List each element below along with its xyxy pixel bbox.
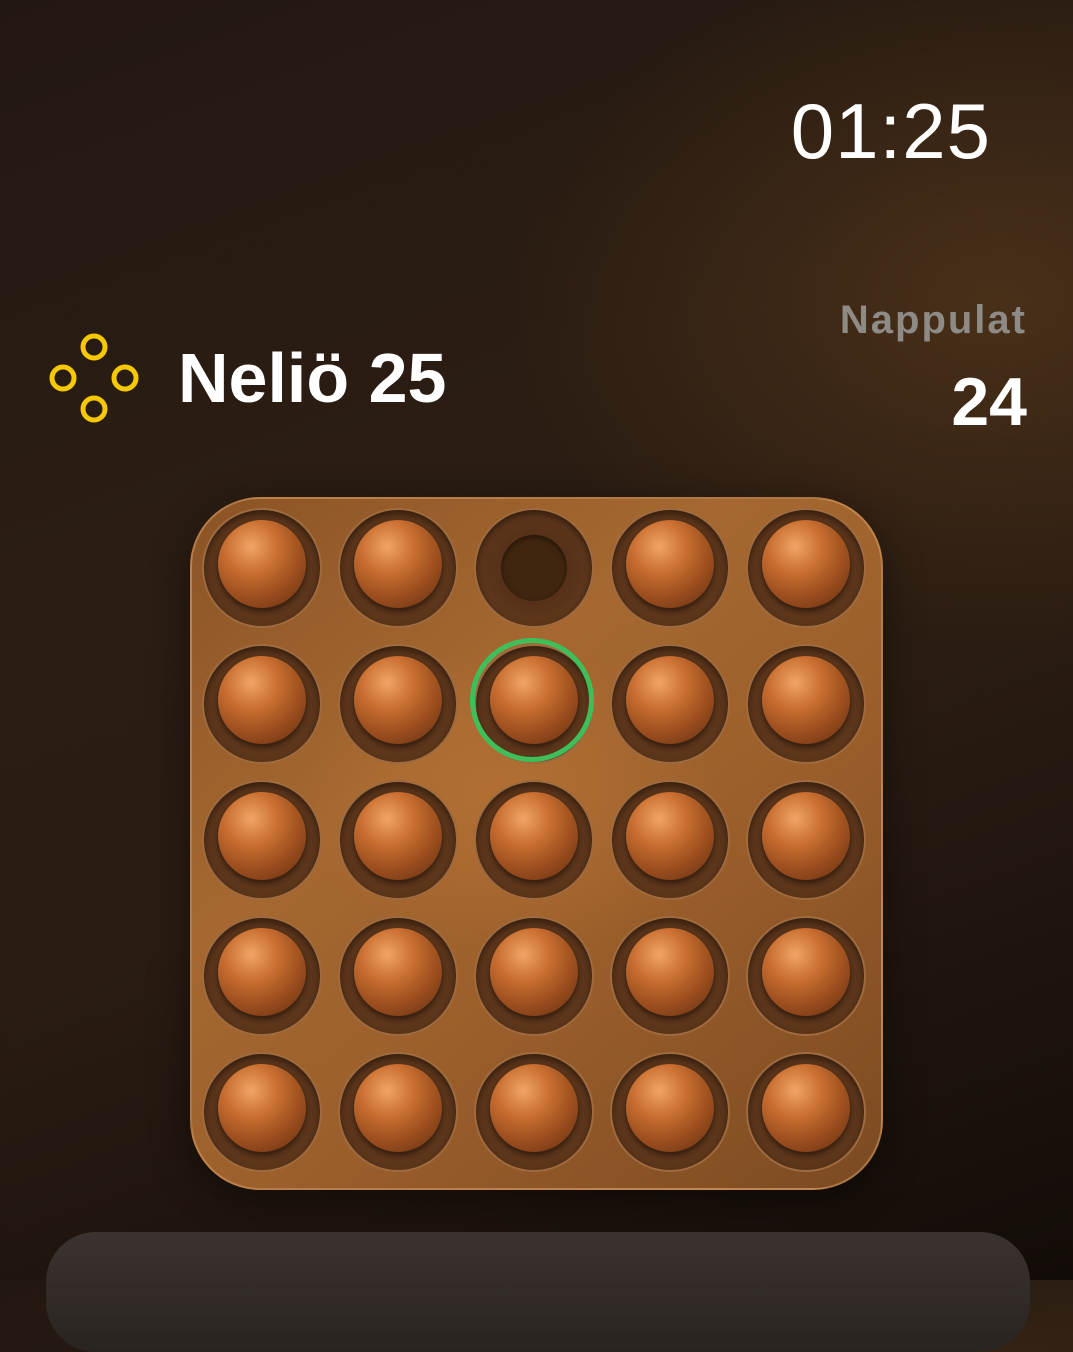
board-hole[interactable] [474, 916, 594, 1036]
board-hole[interactable] [610, 644, 730, 764]
board-grid [202, 508, 866, 1172]
peg[interactable] [490, 656, 578, 744]
peg[interactable] [218, 928, 306, 1016]
peg[interactable] [626, 1064, 714, 1152]
peg[interactable] [490, 792, 578, 880]
peg[interactable] [762, 792, 850, 880]
peg[interactable] [354, 656, 442, 744]
board-hole[interactable] [746, 1052, 866, 1172]
game-header: Neliö 25 [46, 330, 446, 426]
board-hole[interactable] [202, 644, 322, 764]
board-hole[interactable] [338, 508, 458, 628]
peg[interactable] [354, 1064, 442, 1152]
board-hole[interactable] [610, 916, 730, 1036]
peg[interactable] [762, 928, 850, 1016]
peg[interactable] [762, 1064, 850, 1152]
peg[interactable] [626, 520, 714, 608]
board-hole[interactable] [746, 508, 866, 628]
board-hole[interactable] [610, 508, 730, 628]
peg[interactable] [626, 656, 714, 744]
board-hole[interactable] [746, 644, 866, 764]
pegs-label: Nappulat [839, 298, 1027, 342]
peg[interactable] [218, 520, 306, 608]
peg[interactable] [354, 792, 442, 880]
board-hole[interactable] [746, 780, 866, 900]
peg[interactable] [762, 656, 850, 744]
game-board [190, 497, 883, 1190]
empty-hole [501, 535, 567, 601]
pegs-count: 24 [951, 364, 1027, 440]
board-hole-selected[interactable] [470, 638, 594, 764]
board-hole[interactable] [338, 1052, 458, 1172]
pegs-counter: Nappulat 24 [840, 300, 1027, 436]
four-rings-icon [49, 333, 139, 423]
peg[interactable] [626, 792, 714, 880]
peg[interactable] [354, 928, 442, 1016]
board-hole[interactable] [474, 780, 594, 900]
board-hole[interactable] [610, 780, 730, 900]
peg[interactable] [762, 520, 850, 608]
board-hole[interactable] [338, 780, 458, 900]
board-hole[interactable] [202, 916, 322, 1036]
peg[interactable] [490, 1064, 578, 1152]
game-title: Neliö 25 [178, 339, 447, 417]
board-hole[interactable] [474, 508, 594, 628]
board-hole[interactable] [746, 916, 866, 1036]
board-hole[interactable] [202, 1052, 322, 1172]
peg[interactable] [354, 520, 442, 608]
peg[interactable] [218, 1064, 306, 1152]
board-hole[interactable] [338, 916, 458, 1036]
status-time: 01:25 [790, 87, 991, 175]
peg[interactable] [626, 928, 714, 1016]
board-hole[interactable] [202, 508, 322, 628]
board-hole[interactable] [610, 1052, 730, 1172]
peg[interactable] [490, 928, 578, 1016]
peg[interactable] [218, 656, 306, 744]
board-hole[interactable] [338, 644, 458, 764]
peg[interactable] [218, 792, 306, 880]
bottom-panel [46, 1232, 1030, 1352]
board-hole[interactable] [474, 1052, 594, 1172]
board-hole[interactable] [202, 780, 322, 900]
